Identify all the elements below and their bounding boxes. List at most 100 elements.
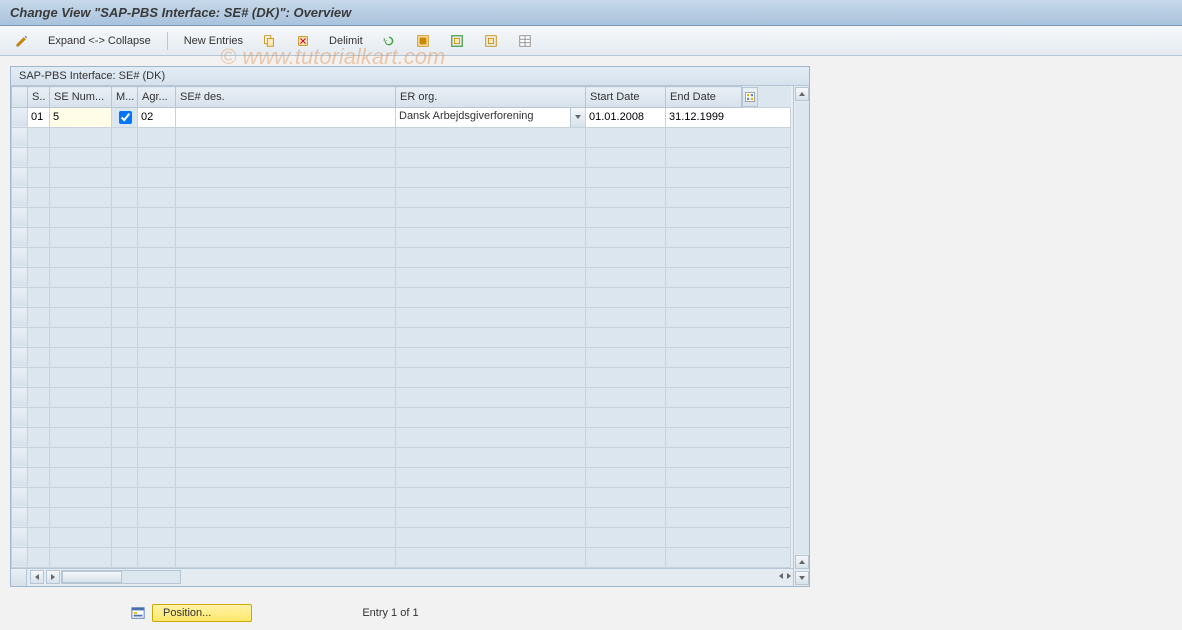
row-selector[interactable]	[12, 487, 28, 507]
row-selector[interactable]	[12, 467, 28, 487]
table-row[interactable]: Dansk Arbejdsgiverforening	[12, 107, 791, 127]
col-header[interactable]: End Date	[666, 87, 742, 108]
col-header[interactable]: ER org.	[396, 87, 586, 108]
table-row[interactable]	[12, 247, 791, 267]
row-selector[interactable]	[12, 167, 28, 187]
row-selector-header[interactable]	[12, 87, 28, 108]
cell-s[interactable]	[28, 108, 49, 127]
row-selector[interactable]	[12, 207, 28, 227]
er-org-value: Dansk Arbejdsgiverforening	[396, 108, 569, 124]
table-settings-button[interactable]	[511, 31, 539, 51]
table-row[interactable]	[12, 447, 791, 467]
deselect-all-icon	[483, 33, 499, 49]
col-header[interactable]: SE Num...	[50, 87, 112, 108]
hscroll-thumb[interactable]	[62, 571, 122, 583]
cell-se-num[interactable]	[50, 108, 111, 127]
cell-agr[interactable]	[138, 108, 175, 127]
dropdown-arrow-icon[interactable]	[570, 108, 585, 127]
hscroll-track[interactable]	[61, 570, 181, 584]
row-selector[interactable]	[12, 227, 28, 247]
table-row[interactable]	[12, 187, 791, 207]
row-selector[interactable]	[12, 427, 28, 447]
row-selector[interactable]	[12, 147, 28, 167]
scroll-right-arrow[interactable]	[46, 570, 60, 584]
col-header[interactable]: S..	[28, 87, 50, 108]
row-selector[interactable]	[12, 107, 28, 127]
table-row[interactable]	[12, 407, 791, 427]
table-row[interactable]	[12, 167, 791, 187]
scroll-left-arrow[interactable]	[30, 570, 44, 584]
change-mode-button[interactable]	[8, 31, 36, 51]
row-selector[interactable]	[12, 347, 28, 367]
col-header[interactable]: M...	[112, 87, 138, 108]
table-settings-icon	[517, 33, 533, 49]
table-row[interactable]	[12, 307, 791, 327]
row-selector[interactable]	[12, 187, 28, 207]
scroll-left-arrow-2[interactable]	[777, 571, 785, 583]
table-row[interactable]	[12, 287, 791, 307]
table-row[interactable]	[12, 327, 791, 347]
scroll-up-page[interactable]	[795, 555, 809, 569]
table-row[interactable]	[12, 127, 791, 147]
row-selector[interactable]	[12, 307, 28, 327]
table-row[interactable]	[12, 227, 791, 247]
table-row[interactable]	[12, 147, 791, 167]
cell-start-date[interactable]	[586, 108, 665, 127]
table-row[interactable]	[12, 207, 791, 227]
data-grid[interactable]: S.. SE Num... M... Agr... SE# des. ER or…	[11, 86, 791, 568]
vscroll-track[interactable]	[795, 102, 809, 554]
table-row[interactable]	[12, 527, 791, 547]
cell-er-org[interactable]: Dansk Arbejdsgiverforening	[396, 107, 586, 127]
cell-end-date[interactable]	[666, 108, 790, 127]
scroll-up-arrow[interactable]	[795, 87, 809, 101]
table-row[interactable]	[12, 367, 791, 387]
status-footer: Position... Entry 1 of 1	[0, 596, 1182, 630]
table-row[interactable]	[12, 487, 791, 507]
col-header[interactable]: SE# des.	[176, 87, 396, 108]
select-block-button[interactable]	[443, 31, 471, 51]
row-selector[interactable]	[12, 507, 28, 527]
row-selector[interactable]	[12, 287, 28, 307]
vertical-scrollbar[interactable]	[793, 86, 809, 586]
cell-se-des[interactable]	[176, 108, 395, 127]
position-button[interactable]: Position...	[152, 604, 252, 622]
row-selector[interactable]	[12, 407, 28, 427]
table-row[interactable]	[12, 547, 791, 567]
delete-button[interactable]	[289, 31, 317, 51]
deselect-all-button[interactable]	[477, 31, 505, 51]
new-entries-button[interactable]: New Entries	[178, 33, 249, 49]
undo-button[interactable]	[375, 31, 403, 51]
select-all-button[interactable]	[409, 31, 437, 51]
copy-icon	[261, 33, 277, 49]
col-header[interactable]: Start Date	[586, 87, 666, 108]
delimit-label: Delimit	[329, 35, 363, 47]
row-selector[interactable]	[12, 367, 28, 387]
row-selector[interactable]	[12, 327, 28, 347]
table-row[interactable]	[12, 347, 791, 367]
row-selector[interactable]	[12, 547, 28, 567]
col-header[interactable]: Agr...	[138, 87, 176, 108]
table-row[interactable]	[12, 427, 791, 447]
scroll-right-arrow-2[interactable]	[785, 571, 793, 583]
expand-collapse-button[interactable]: Expand <-> Collapse	[42, 33, 157, 49]
table-row[interactable]	[12, 267, 791, 287]
scroll-down-arrow[interactable]	[795, 571, 809, 585]
grid-title: SAP-PBS Interface: SE# (DK)	[11, 67, 809, 86]
row-selector[interactable]	[12, 527, 28, 547]
row-selector[interactable]	[12, 267, 28, 287]
horizontal-scroll-row	[11, 568, 793, 586]
copy-button[interactable]	[255, 31, 283, 51]
delimit-button[interactable]: Delimit	[323, 33, 369, 49]
position-label: Position...	[163, 607, 211, 619]
undo-icon	[381, 33, 397, 49]
row-selector[interactable]	[12, 387, 28, 407]
row-selector[interactable]	[12, 127, 28, 147]
horizontal-scrollbar[interactable]	[29, 569, 181, 585]
table-row[interactable]	[12, 507, 791, 527]
table-row[interactable]	[12, 467, 791, 487]
row-selector[interactable]	[12, 447, 28, 467]
configure-columns-button[interactable]	[742, 87, 758, 107]
cell-m-checkbox[interactable]	[119, 111, 132, 124]
row-selector[interactable]	[12, 247, 28, 267]
table-row[interactable]	[12, 387, 791, 407]
